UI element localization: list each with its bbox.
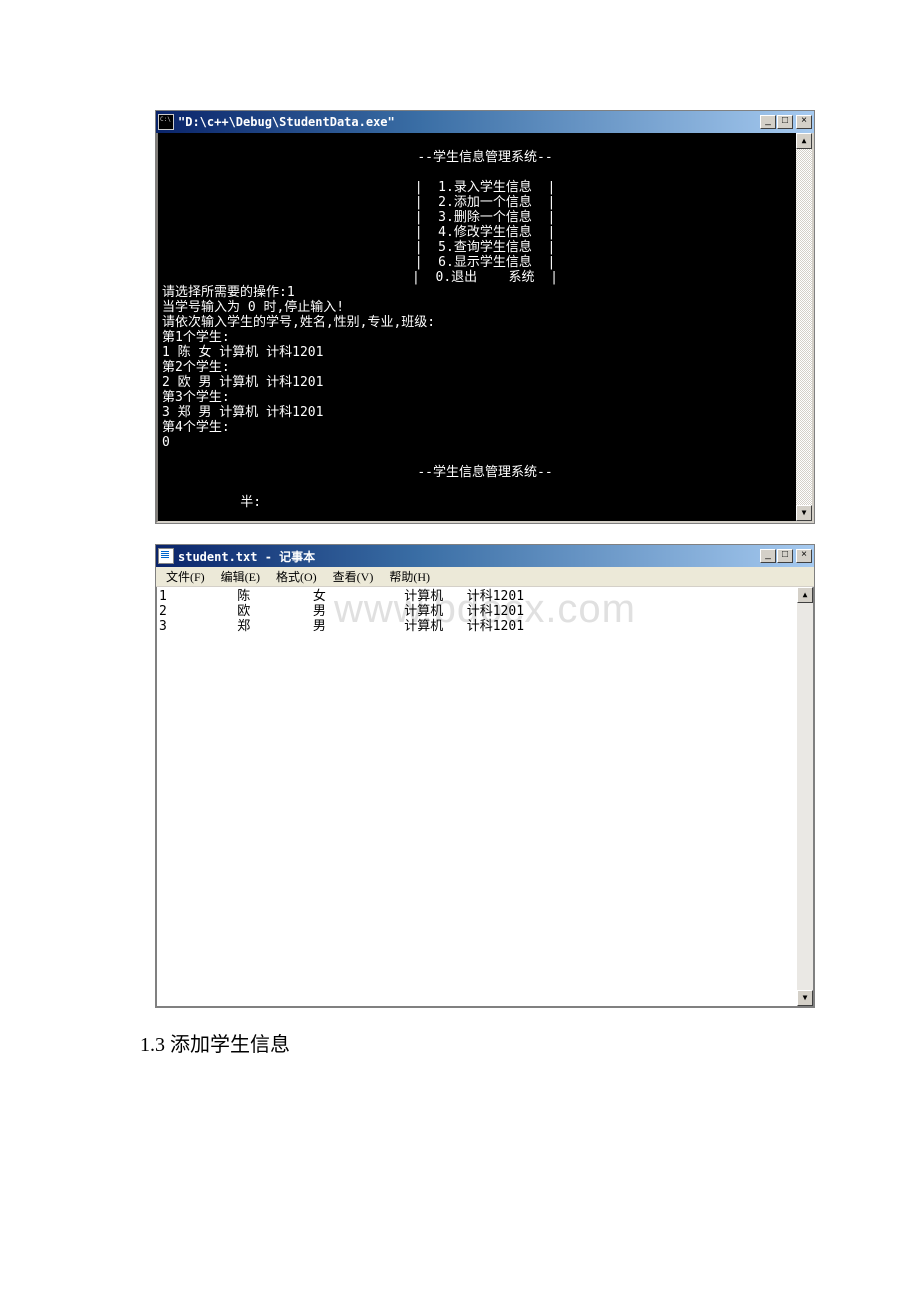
- menu-item-5: | 5.查询学生信息 |: [415, 240, 556, 255]
- window-controls: _ □ ×: [760, 115, 812, 129]
- console-app-icon: [158, 114, 174, 130]
- notepad-menubar: 文件(F) 编辑(E) 格式(O) 查看(V) 帮助(H): [156, 567, 814, 587]
- scroll-track[interactable]: [796, 149, 812, 505]
- close-button[interactable]: ×: [796, 549, 812, 563]
- menu-item-0: | 0.退出 系统 |: [412, 270, 558, 285]
- notepad-textarea[interactable]: www.bdocx.com 1 陈 女 计算机 计科1201 2 欧 男 计算机…: [156, 587, 814, 1007]
- scroll-down-icon[interactable]: ▼: [797, 990, 813, 1006]
- menu-format[interactable]: 格式(O): [268, 566, 325, 587]
- entry-data: 0: [162, 435, 808, 450]
- menu-view[interactable]: 查看(V): [325, 566, 382, 587]
- notepad-window: student.txt - 记事本 _ □ × 文件(F) 编辑(E) 格式(O…: [155, 544, 815, 1008]
- console-scrollbar[interactable]: ▲ ▼: [796, 133, 812, 521]
- console-titlebar[interactable]: "D:\c++\Debug\StudentData.exe" _ □ ×: [156, 111, 814, 133]
- system-header: --学生信息管理系统--: [162, 150, 808, 165]
- half-line: 半:: [162, 495, 808, 510]
- notepad-titlebar[interactable]: student.txt - 记事本 _ □ ×: [156, 545, 814, 567]
- menu-item-3: | 3.删除一个信息 |: [415, 210, 556, 225]
- console-title: "D:\c++\Debug\StudentData.exe": [178, 115, 760, 129]
- menu-edit[interactable]: 编辑(E): [213, 566, 268, 587]
- table-row: 2 欧 男 计算机 计科1201: [159, 604, 811, 619]
- prompt-line: 请选择所需要的操作:1: [162, 285, 808, 300]
- entry-data: 1 陈 女 计算机 计科1201: [162, 345, 808, 360]
- maximize-button[interactable]: □: [777, 115, 793, 129]
- console-window: "D:\c++\Debug\StudentData.exe" _ □ × --学…: [155, 110, 815, 524]
- scroll-up-icon[interactable]: ▲: [796, 133, 812, 149]
- entry-label: 第2个学生:: [162, 360, 808, 375]
- close-button[interactable]: ×: [796, 115, 812, 129]
- menu-item-1: | 1.录入学生信息 |: [415, 180, 556, 195]
- menu-item-4: | 4.修改学生信息 |: [415, 225, 556, 240]
- notepad-title: student.txt - 记事本: [178, 548, 760, 565]
- notepad-app-icon: [158, 548, 174, 564]
- console-output: --学生信息管理系统-- | 1.录入学生信息 | | 2.添加一个信息 | |…: [156, 133, 814, 523]
- entry-label: 第3个学生:: [162, 390, 808, 405]
- caption-text: 1.3 添加学生信息: [140, 1028, 920, 1057]
- entry-label: 第4个学生:: [162, 420, 808, 435]
- menu-file[interactable]: 文件(F): [158, 566, 213, 587]
- table-row: 1 陈 女 计算机 计科1201: [159, 589, 811, 604]
- maximize-button[interactable]: □: [777, 549, 793, 563]
- entry-data: 3 郑 男 计算机 计科1201: [162, 405, 808, 420]
- system-footer: --学生信息管理系统--: [162, 465, 808, 480]
- stop-hint: 当学号输入为 0 时,停止输入!: [162, 300, 808, 315]
- input-hint: 请依次输入学生的学号,姓名,性别,专业,班级:: [162, 315, 808, 330]
- notepad-content: 1 陈 女 计算机 计科1201 2 欧 男 计算机 计科1201 3 郑 男 …: [159, 589, 811, 634]
- minimize-button[interactable]: _: [760, 115, 776, 129]
- entry-label: 第1个学生:: [162, 330, 808, 345]
- minimize-button[interactable]: _: [760, 549, 776, 563]
- scroll-down-icon[interactable]: ▼: [796, 505, 812, 521]
- menu-help[interactable]: 帮助(H): [381, 566, 438, 587]
- menu-item-6: | 6.显示学生信息 |: [415, 255, 556, 270]
- scroll-track[interactable]: [797, 603, 813, 990]
- entry-data: 2 欧 男 计算机 计科1201: [162, 375, 808, 390]
- table-row: 3 郑 男 计算机 计科1201: [159, 619, 811, 634]
- menu-item-2: | 2.添加一个信息 |: [415, 195, 556, 210]
- window-controls: _ □ ×: [760, 549, 812, 563]
- notepad-scrollbar[interactable]: ▲ ▼: [797, 587, 813, 1006]
